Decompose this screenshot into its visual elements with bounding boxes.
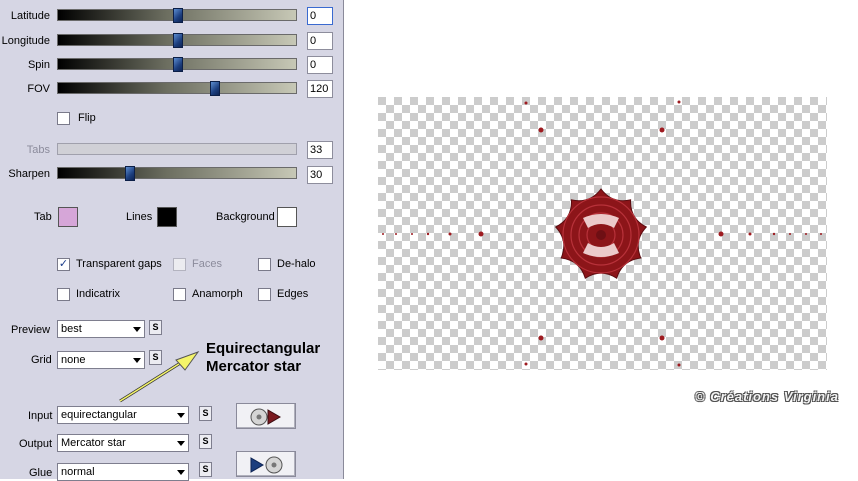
decorative-dot <box>677 363 681 367</box>
decorative-dot <box>538 335 544 341</box>
decorative-dot <box>772 232 776 236</box>
decorative-dot <box>395 233 397 235</box>
decorative-dot <box>677 100 681 104</box>
decorative-dot <box>789 233 791 235</box>
decorative-dot <box>478 231 484 237</box>
watermark-text: © Créations Virginia <box>695 389 839 404</box>
decorative-dot <box>524 101 528 105</box>
decorative-dot <box>411 233 413 235</box>
decorative-dot <box>538 127 544 133</box>
decorative-dot <box>426 232 430 236</box>
settings-panel: Latitude 0 Longitude 0 Spin 0 FOV 120 Fl… <box>0 0 344 481</box>
decorative-dot <box>382 233 384 235</box>
decorative-dot <box>718 231 724 237</box>
preview-canvas <box>378 97 827 370</box>
decorative-dot <box>659 127 665 133</box>
decorative-dot <box>659 335 665 341</box>
decorative-dot <box>524 362 528 366</box>
annotation-arrow <box>119 350 200 403</box>
decorative-dot <box>748 232 752 236</box>
decorative-dot <box>448 232 452 236</box>
decorative-dot <box>805 233 807 235</box>
decorative-dot <box>820 233 822 235</box>
